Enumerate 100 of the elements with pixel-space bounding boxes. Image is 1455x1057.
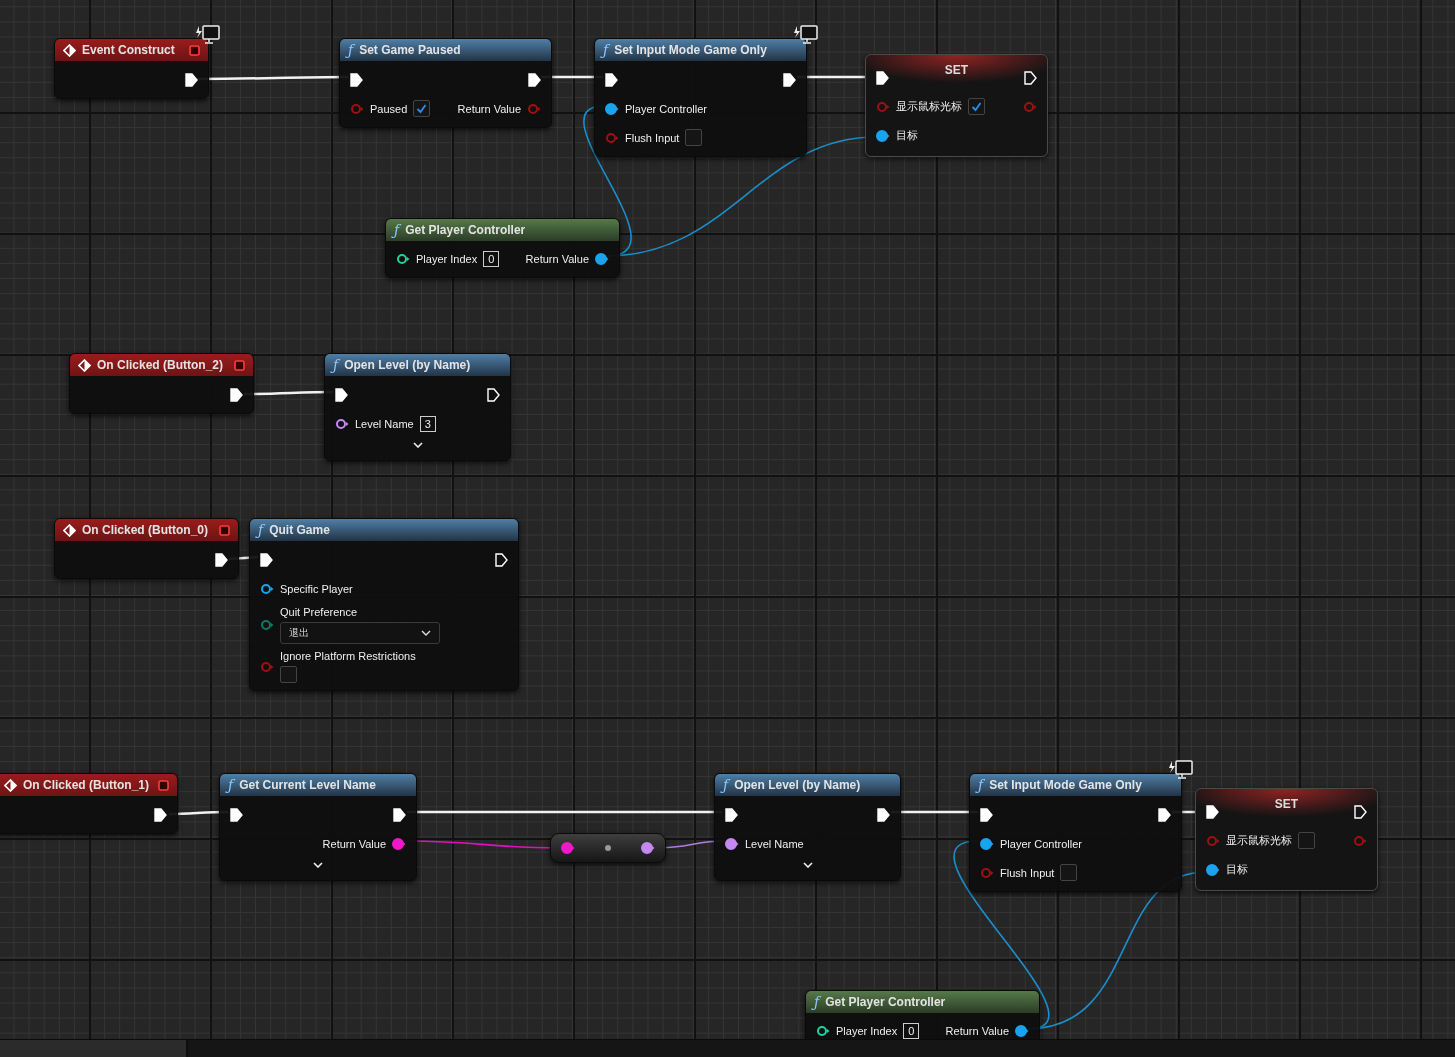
pin-label: Level Name [745, 837, 804, 850]
pin-icon[interactable] [260, 582, 274, 595]
node-title: On Clicked (Button_2) [97, 358, 224, 372]
exec-pin-icon[interactable] [154, 807, 167, 822]
delegate-pin-icon[interactable] [158, 779, 169, 791]
exec-pin-icon[interactable] [725, 807, 738, 822]
exec-pin-icon[interactable] [215, 552, 228, 567]
function-node[interactable]: ƒ Set Game Paused Paused Return Value [339, 38, 552, 128]
pin-icon[interactable] [396, 252, 410, 265]
pin-icon[interactable] [1206, 863, 1220, 876]
value-field[interactable]: 3 [419, 415, 436, 432]
event-node[interactable]: On Clicked (Button_2) [69, 353, 254, 414]
pin-icon[interactable] [392, 837, 406, 850]
dot-icon [605, 845, 611, 851]
event-node[interactable]: On Clicked (Button_1) [0, 773, 178, 834]
dropdown[interactable]: 退出 [280, 622, 440, 644]
pin-label: Return Value [322, 837, 386, 850]
checkbox[interactable] [1060, 864, 1078, 881]
checkbox[interactable] [685, 129, 703, 146]
pin-icon[interactable] [561, 842, 575, 854]
pin-label: 显示鼠标光标 [1226, 833, 1292, 848]
exec-pin-icon[interactable] [185, 72, 198, 87]
node-title: Set Input Mode Game Only [989, 778, 1143, 792]
conversion-node[interactable] [550, 833, 666, 863]
pin-icon[interactable] [980, 837, 994, 850]
exec-pin-icon[interactable] [230, 807, 243, 822]
exec-pin-icon[interactable] [980, 807, 993, 822]
node-title: Get Player Controller [825, 995, 947, 1009]
node-title: Set Input Mode Game Only [614, 43, 768, 57]
pin-icon[interactable] [725, 837, 739, 850]
checkbox[interactable] [413, 100, 431, 117]
function-node[interactable]: ƒ Get Player Controller Player Index 0 Return Value [385, 218, 620, 278]
event-icon [78, 358, 91, 372]
chevron-icon [802, 862, 813, 868]
value-field[interactable]: 0 [483, 250, 500, 267]
pin-label: Return Value [457, 102, 521, 115]
exec-pin-icon[interactable] [528, 72, 541, 87]
value-field[interactable]: 0 [903, 1022, 920, 1039]
exec-pin-icon[interactable] [393, 807, 406, 822]
exec-pin-icon[interactable] [335, 387, 348, 402]
exec-pin-icon[interactable] [350, 72, 363, 87]
node-title: Set Game Paused [359, 43, 462, 57]
event-node[interactable]: Event Construct [54, 38, 209, 99]
exec-pin-icon[interactable] [230, 387, 243, 402]
exec-pin-icon[interactable] [487, 387, 500, 402]
pin-label: Player Controller [1000, 837, 1082, 850]
function-node[interactable]: ƒ Set Input Mode Game Only Player Controller Flush Input [594, 38, 807, 157]
pin-label: Player Controller [625, 102, 707, 115]
pin-icon[interactable] [605, 102, 619, 115]
event-node[interactable]: On Clicked (Button_0) [54, 518, 239, 579]
pin-label: Flush Input [1000, 866, 1055, 879]
graph-canvas[interactable] [0, 0, 1455, 1039]
exec-pin-icon[interactable] [1354, 804, 1367, 819]
function-node[interactable]: ƒ Set Input Mode Game Only Player Controller Flush Input [969, 773, 1182, 892]
pin-label: Flush Input [625, 131, 680, 144]
pin-icon[interactable] [816, 1024, 830, 1037]
exec-pin-icon[interactable] [605, 72, 618, 87]
function-node[interactable]: ƒ Open Level (by Name) Level Name [714, 773, 901, 881]
setter-node[interactable]: SET 显示鼠标光标 目标 [1195, 788, 1378, 891]
node-title: Quit Game [269, 523, 331, 537]
checkbox[interactable] [968, 98, 985, 115]
pin-label: 显示鼠标光标 [896, 99, 962, 114]
pin-icon[interactable] [595, 252, 609, 265]
pin-label: 目标 [896, 128, 918, 143]
node-title: Open Level (by Name) [344, 358, 472, 372]
event-icon [63, 43, 76, 57]
checkbox[interactable] [280, 666, 297, 683]
pin-label: Return Value [945, 1024, 1009, 1037]
function-node[interactable]: ƒ Get Player Controller Player Index 0 Return Value [805, 990, 1040, 1039]
exec-pin-icon[interactable] [783, 72, 796, 87]
delegate-pin-icon[interactable] [234, 359, 245, 371]
node-title: On Clicked (Button_0) [82, 523, 209, 537]
exec-pin-icon[interactable] [876, 70, 889, 85]
node-title: Get Player Controller [405, 223, 527, 237]
function-node[interactable]: ƒ Get Current Level Name Return Value [219, 773, 417, 881]
exec-pin-icon[interactable] [1024, 70, 1037, 85]
event-icon [4, 778, 17, 792]
pin-label: Player Index [836, 1024, 898, 1037]
delegate-pin-icon[interactable] [219, 524, 230, 536]
pin-label: Ignore Platform Restrictions [280, 650, 416, 662]
exec-pin-icon[interactable] [260, 552, 273, 567]
pin-label: Quit Preference [280, 606, 359, 618]
node-title: On Clicked (Button_1) [23, 778, 150, 792]
function-node[interactable]: ƒ Open Level (by Name) Level Name 3 [324, 353, 511, 461]
delegate-pin-icon[interactable] [189, 44, 200, 56]
pin-icon[interactable] [641, 842, 655, 854]
pin-icon[interactable] [1015, 1024, 1029, 1037]
exec-pin-icon[interactable] [1158, 807, 1171, 822]
pin-icon[interactable] [335, 417, 349, 430]
node-title: SET [944, 63, 969, 77]
function-node[interactable]: ƒ Quit Game Specific Player Quit Preference 退出 Ignore Platform Restrictions [249, 518, 519, 691]
pin-label: Return Value [525, 252, 589, 265]
exec-pin-icon[interactable] [1206, 804, 1219, 819]
pin-label: Player Index [416, 252, 478, 265]
pin-label: Level Name [355, 417, 414, 430]
exec-pin-icon[interactable] [495, 552, 508, 567]
pin-icon[interactable] [876, 129, 890, 142]
exec-pin-icon[interactable] [877, 807, 890, 822]
checkbox[interactable] [1298, 832, 1315, 849]
setter-node[interactable]: SET 显示鼠标光标 目标 [865, 54, 1048, 157]
